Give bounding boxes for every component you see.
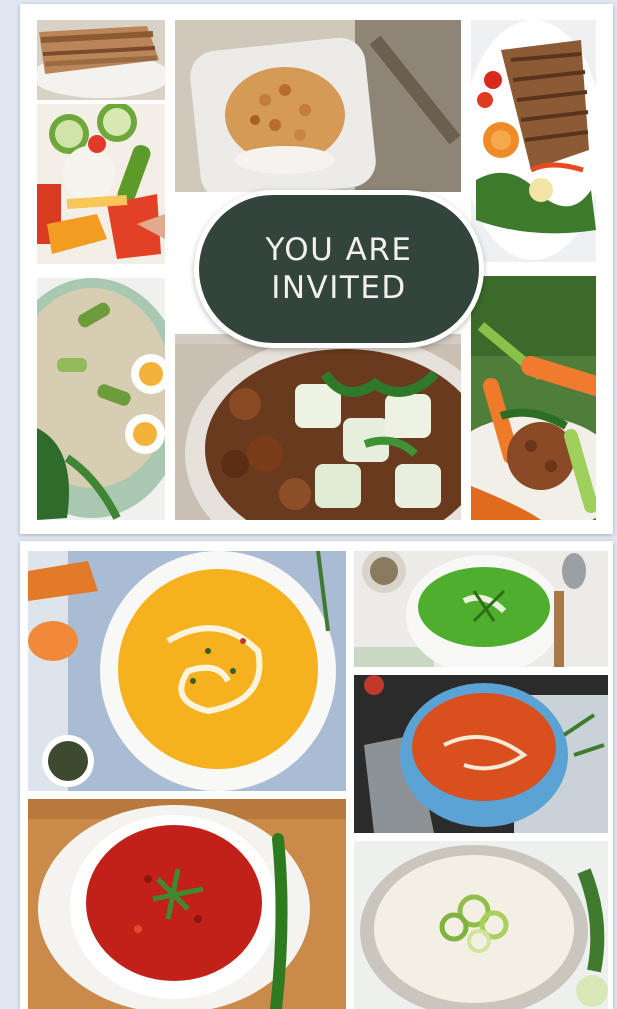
invitation-badge-fill: YOU ARE INVITED bbox=[199, 195, 479, 343]
rice-salad-eggs-photo bbox=[37, 278, 165, 520]
invitation-badge: YOU ARE INVITED bbox=[194, 190, 484, 348]
green-pea-soup-photo bbox=[354, 551, 608, 667]
grilled-fish-plate-photo bbox=[471, 20, 596, 262]
cream-leek-soup-photo bbox=[354, 841, 608, 1009]
invitation-line-1: YOU ARE bbox=[265, 232, 413, 268]
food-collage-card-top: YOU ARE INVITED bbox=[20, 4, 613, 534]
rice-bowl-photo bbox=[175, 20, 461, 192]
carrot-meatball-photo bbox=[471, 276, 596, 520]
pastry-slice-photo bbox=[37, 20, 165, 100]
mushroom-potato-dish-photo bbox=[175, 334, 461, 520]
red-borscht-soup-photo bbox=[28, 799, 346, 1009]
pumpkin-soup-photo bbox=[28, 551, 346, 791]
invitation-line-2: INVITED bbox=[271, 270, 407, 306]
tomato-soup-photo bbox=[354, 675, 608, 833]
soup-collage-card-bottom bbox=[20, 541, 613, 1009]
egg-vegetable-salad-photo bbox=[37, 104, 165, 264]
